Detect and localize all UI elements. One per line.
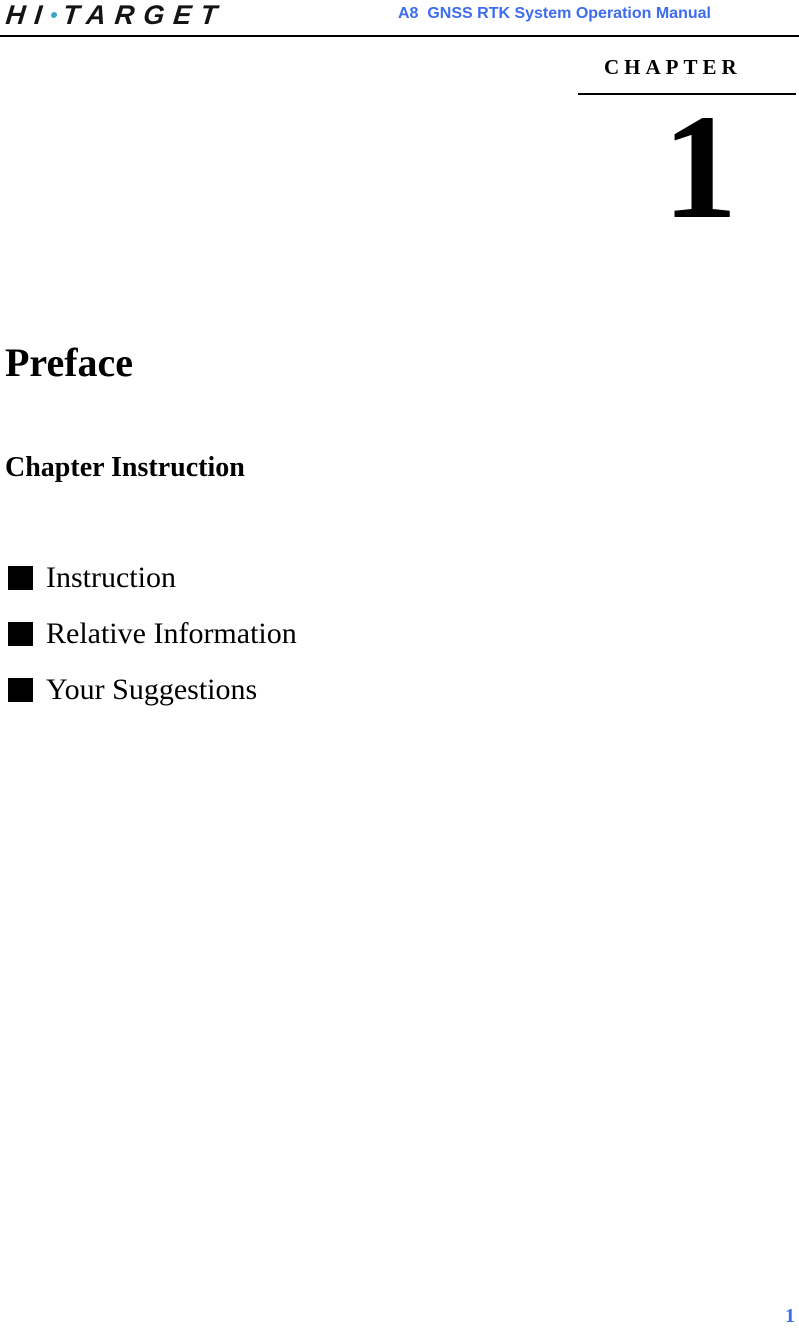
chapter-number: 1 [662, 84, 738, 250]
logo-dot-icon [50, 11, 58, 18]
hi-target-logo: HI TARGET [4, 0, 227, 30]
logo-text-right: TARGET [61, 0, 228, 30]
manual-title: A8 GNSS RTK System Operation Manual [398, 5, 711, 22]
chapter-label: CHAPTER [604, 55, 742, 79]
chapter-contents-list: Instruction Relative Information Your Su… [8, 550, 297, 718]
header-divider [0, 35, 799, 37]
list-item: Relative Information [8, 606, 297, 662]
square-bullet-icon [8, 566, 33, 590]
page-number: 1 [785, 1305, 795, 1327]
square-bullet-icon [8, 622, 33, 646]
list-item: Your Suggestions [8, 662, 297, 718]
logo-text-left: HI [4, 0, 53, 30]
list-item-label: Instruction [46, 561, 176, 594]
list-item: Instruction [8, 550, 297, 606]
list-item-label: Your Suggestions [46, 673, 258, 706]
square-bullet-icon [8, 678, 33, 702]
list-item-label: Relative Information [46, 617, 297, 650]
page-title: Preface [5, 340, 134, 385]
section-heading: Chapter Instruction [5, 452, 245, 483]
